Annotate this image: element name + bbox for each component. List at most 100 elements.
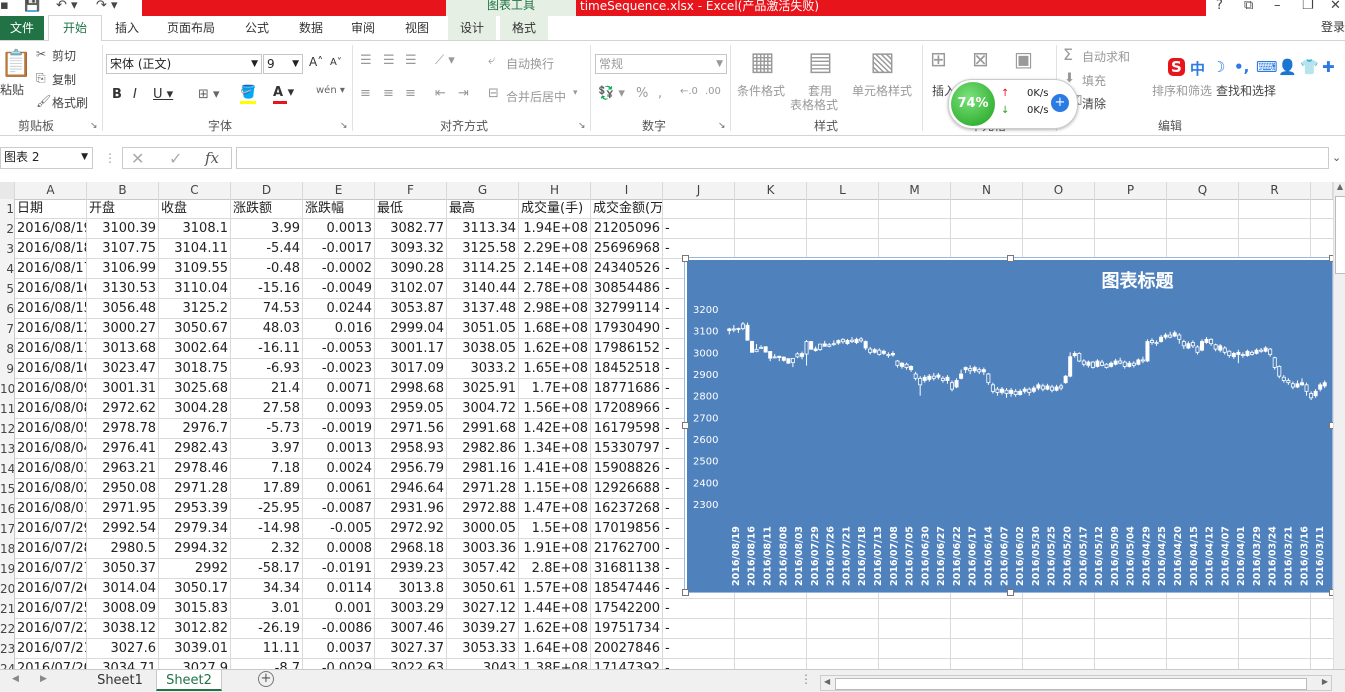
cell[interactable]: 3056.48 — [87, 299, 159, 319]
prev-sheet-icon[interactable]: ◀ — [12, 674, 19, 684]
row-number[interactable]: 8 — [0, 339, 15, 359]
cell[interactable]: -0.0087 — [303, 499, 375, 519]
cell[interactable]: 3004.28 — [159, 399, 231, 419]
login-link[interactable]: 登录 — [1321, 18, 1345, 35]
cell[interactable]: 2972.92 — [375, 519, 447, 539]
cell[interactable]: 3012.82 — [159, 619, 231, 639]
copy-icon[interactable]: ⎘ — [36, 71, 46, 86]
cell[interactable] — [735, 219, 807, 239]
row-number[interactable]: 5 — [0, 279, 15, 299]
ime-glyph-1[interactable]: 中 — [1190, 58, 1205, 79]
cell[interactable] — [1167, 199, 1239, 219]
cell[interactable]: 2971.95 — [87, 499, 159, 519]
row-number[interactable]: 1 — [0, 199, 15, 219]
redo-icon[interactable]: ↷ ▾ — [96, 0, 118, 13]
row-number[interactable]: 9 — [0, 359, 15, 379]
cell[interactable]: 2946.64 — [375, 479, 447, 499]
ime-toolbar[interactable]: S 中 ☽ •, ⌨ 👤 👕 ✚ — [1168, 55, 1345, 81]
cell[interactable] — [1239, 619, 1311, 639]
format-cells-icon[interactable]: ▣ — [1014, 47, 1033, 71]
cell[interactable]: 1.64E+08 — [519, 639, 591, 659]
cell[interactable]: 17542200 — [591, 599, 663, 619]
cell[interactable]: 3027.37 — [375, 639, 447, 659]
cell[interactable] — [1023, 659, 1095, 669]
ime-glyph-0[interactable]: S — [1168, 58, 1185, 76]
cell[interactable]: 3002.64 — [159, 339, 231, 359]
cell[interactable]: 1.42E+08 — [519, 419, 591, 439]
cell[interactable] — [735, 199, 807, 219]
cell[interactable]: 0.0024 — [303, 459, 375, 479]
align-top-icon[interactable]: ☰ — [360, 53, 372, 68]
scroll-up-icon[interactable]: ▲ — [1334, 182, 1345, 194]
cell[interactable]: 2016/08/09 — [15, 379, 87, 399]
cell[interactable] — [663, 199, 735, 219]
cell[interactable]: 3.01 — [231, 599, 303, 619]
cell[interactable]: 2953.39 — [159, 499, 231, 519]
cell[interactable] — [879, 199, 951, 219]
column-header[interactable]: P — [1095, 182, 1167, 199]
cell[interactable]: 2016/08/03 — [15, 459, 87, 479]
cell[interactable]: 17986152 — [591, 339, 663, 359]
cell[interactable]: 3003.36 — [447, 539, 519, 559]
cell[interactable]: 2979.34 — [159, 519, 231, 539]
row-number[interactable]: 22 — [0, 619, 15, 639]
fill-color-icon[interactable]: 🪣 — [240, 85, 256, 100]
row-number[interactable]: 18 — [0, 539, 15, 559]
autosum-button[interactable]: 自动求和 — [1082, 48, 1130, 65]
cell[interactable]: 2016/08/05 — [15, 419, 87, 439]
cell[interactable]: 0.0008 — [303, 539, 375, 559]
row-number[interactable]: 13 — [0, 439, 15, 459]
cell[interactable]: 2999.04 — [375, 319, 447, 339]
ribbon-tab-3[interactable]: 页面布局 — [158, 16, 224, 40]
resize-handle[interactable] — [682, 422, 689, 429]
cell[interactable]: 34.34 — [231, 579, 303, 599]
align-middle-icon[interactable]: ☰ — [383, 53, 395, 68]
expand-formula-icon[interactable]: ⌄ — [1332, 151, 1341, 164]
cell[interactable]: 2016/08/10 — [15, 359, 87, 379]
cell[interactable]: 3000.27 — [87, 319, 159, 339]
cell[interactable] — [1023, 239, 1095, 259]
cell[interactable]: 2016/07/28 — [15, 539, 87, 559]
cell[interactable]: 成交金额(万 — [591, 199, 663, 219]
cell[interactable]: - — [663, 639, 735, 659]
cell[interactable]: 3027.12 — [447, 599, 519, 619]
cell[interactable]: 2950.08 — [87, 479, 159, 499]
row-number[interactable]: 19 — [0, 559, 15, 579]
resize-handle[interactable] — [1007, 589, 1014, 596]
format-painter-icon[interactable]: 🖌 — [36, 94, 51, 108]
increase-decimal-icon[interactable]: ←.0 — [680, 86, 698, 97]
copy-button[interactable]: 复制 — [52, 71, 76, 88]
row-number[interactable]: 21 — [0, 599, 15, 619]
number-format-select[interactable]: 常规 ▼ — [595, 54, 727, 74]
cell[interactable]: -0.0049 — [303, 279, 375, 299]
percent-icon[interactable]: % — [636, 86, 648, 101]
cell[interactable]: 20027846 — [591, 639, 663, 659]
cell[interactable]: 18547446 — [591, 579, 663, 599]
cell[interactable]: 2016/07/26 — [15, 579, 87, 599]
cell[interactable] — [1239, 599, 1311, 619]
cell[interactable] — [879, 659, 951, 669]
vertical-scrollbar[interactable]: ▲ — [1333, 182, 1345, 669]
ribbon-tab-2[interactable]: 插入 — [104, 16, 150, 40]
fill-button[interactable]: 填充 — [1082, 72, 1106, 89]
cell[interactable]: 7.18 — [231, 459, 303, 479]
insert-cells-icon[interactable]: ⊞ — [930, 47, 947, 71]
cell[interactable]: -14.98 — [231, 519, 303, 539]
cell[interactable]: -8.7 — [231, 659, 303, 669]
cell[interactable]: 2972.62 — [87, 399, 159, 419]
cell[interactable] — [807, 619, 879, 639]
cell[interactable]: 32799114 — [591, 299, 663, 319]
cell[interactable]: 日期 — [15, 199, 87, 219]
cell[interactable]: 16179598 — [591, 419, 663, 439]
cell[interactable] — [1239, 659, 1311, 669]
cell[interactable]: 3100.39 — [87, 219, 159, 239]
cell[interactable]: 2.29E+08 — [519, 239, 591, 259]
cell[interactable]: - — [663, 659, 735, 669]
cell[interactable]: 1.68E+08 — [519, 319, 591, 339]
dialog-launcher-icon[interactable]: ↘ — [578, 121, 586, 131]
cell[interactable]: 0.016 — [303, 319, 375, 339]
cell[interactable]: 2976.41 — [87, 439, 159, 459]
cell[interactable]: 收盘 — [159, 199, 231, 219]
align-center-icon[interactable]: ≡ — [383, 86, 394, 101]
cell[interactable] — [807, 199, 879, 219]
